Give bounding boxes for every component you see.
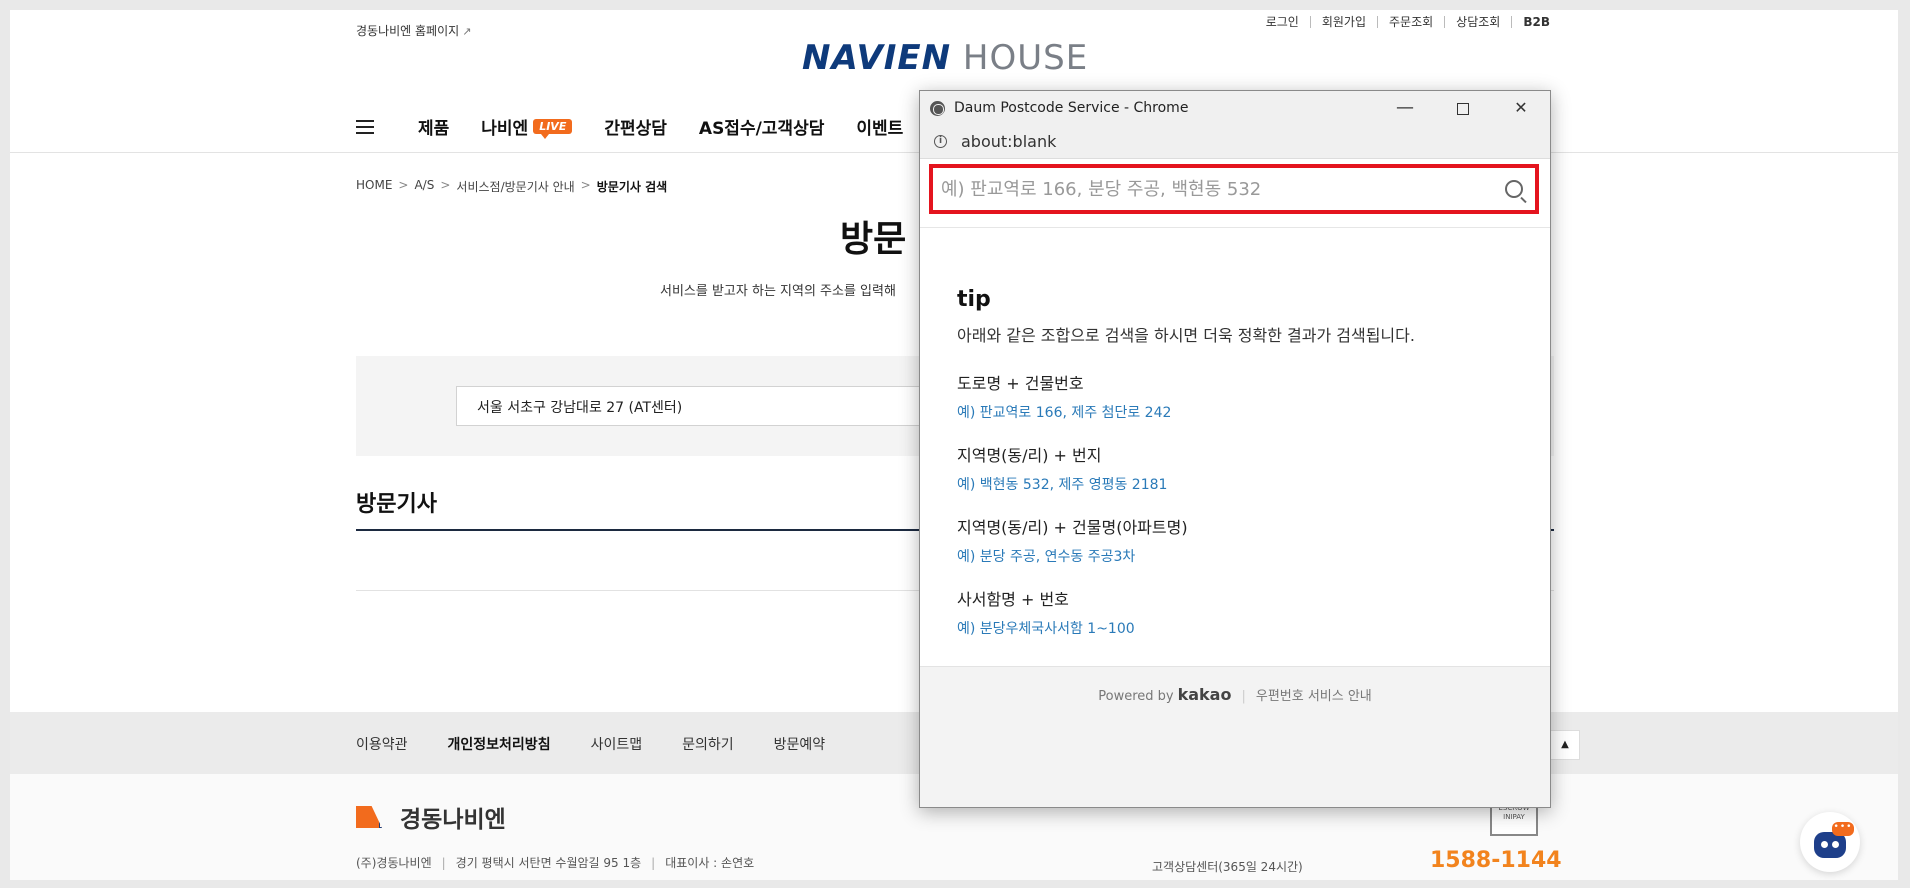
maximize-icon <box>1457 102 1469 115</box>
popup-window-title: Daum Postcode Service - Chrome <box>954 100 1189 116</box>
footer-link-terms[interactable]: 이용약관 <box>356 734 408 754</box>
nav-item-as-service[interactable]: AS접수/고객상담 <box>699 114 824 139</box>
nav-item-products[interactable]: 제품 <box>418 114 449 139</box>
popup-divider <box>920 227 1550 228</box>
breadcrumb-service-guide[interactable]: 서비스점/방문기사 안내 <box>456 178 574 195</box>
globe-icon <box>930 100 945 116</box>
footer-logo: 경동나비엔 <box>356 800 506 834</box>
breadcrumb: HOME > A/S > 서비스점/방문기사 안내 > 방문기사 검색 <box>356 178 667 195</box>
kd-logo-icon <box>356 806 382 828</box>
section-title: 방문기사 <box>356 492 437 517</box>
hamburger-menu-icon[interactable] <box>356 119 374 134</box>
footer-link-inquiry[interactable]: 문의하기 <box>682 734 734 754</box>
tip-row-title: 사서함명 + 번호 <box>957 590 1069 609</box>
company-address: 경기 평택시 서탄면 수월암길 95 1층 <box>455 856 642 870</box>
tip-lead: 아래와 같은 조합으로 검색을 하시면 더욱 정확한 결과가 검색됩니다. <box>957 326 1415 345</box>
window-controls: — ✕ <box>1376 91 1550 125</box>
popup-url: about:blank <box>961 132 1057 151</box>
info-icon[interactable]: i <box>934 135 947 148</box>
tip-title: tip <box>957 287 991 312</box>
nav-item-navien[interactable]: 나비엔 LIVE <box>481 114 573 139</box>
company-name: (주)경동나비엔 <box>356 856 432 870</box>
tip-row-title: 지역명(동/리) + 건물명(아파트명) <box>957 518 1188 537</box>
maximize-button[interactable] <box>1434 91 1492 125</box>
chat-bubble-icon: ••• <box>1832 822 1854 836</box>
minimize-button[interactable]: — <box>1376 91 1434 125</box>
consult-lookup-link[interactable]: 상담조회 <box>1444 16 1511 28</box>
chatbot-button[interactable]: ••• <box>1800 812 1860 872</box>
popup-titlebar[interactable]: Daum Postcode Service - Chrome — ✕ <box>920 91 1550 125</box>
homepage-link[interactable]: 경동나비엔 홈페이지 ↗ <box>356 22 471 39</box>
popup-address-bar: i about:blank <box>920 125 1550 159</box>
powered-by-label: Powered by <box>1098 689 1174 704</box>
tip-row-title: 지역명(동/리) + 번지 <box>957 446 1102 465</box>
breadcrumb-as[interactable]: A/S <box>414 178 434 195</box>
service-guide-link[interactable]: 우편번호 서비스 안내 <box>1256 689 1372 704</box>
kakao-logo[interactable]: kakao <box>1178 685 1232 704</box>
address-input[interactable]: 서울 서초구 강남대로 27 (AT센터) <box>456 386 956 426</box>
page-title: 방문 <box>840 219 907 260</box>
popup-footer: Powered by kakao | 우편번호 서비스 안내 <box>920 666 1550 807</box>
breadcrumb-separator: > <box>580 178 591 192</box>
footer-link-sitemap[interactable]: 사이트맵 <box>591 734 643 754</box>
tip-row-example: 예) 분당우체국사서함 1~100 <box>957 621 1135 637</box>
close-button[interactable]: ✕ <box>1492 91 1550 125</box>
browser-viewport: 경동나비엔 홈페이지 ↗ 로그인 회원가입 주문조회 상담조회 B2B NAVIE… <box>10 10 1898 880</box>
company-ceo: 대표이사 : 손연호 <box>665 856 755 870</box>
breadcrumb-separator: > <box>440 178 451 192</box>
main-nav: 제품 나비엔 LIVE 간편상담 AS접수/고객상담 이벤트 <box>356 114 935 139</box>
nav-item-event[interactable]: 이벤트 <box>856 114 903 139</box>
company-info: (주)경동나비엔 | 경기 평택시 서탄면 수월암길 95 1층 | 대표이사 : 손연… <box>356 856 755 870</box>
order-lookup-link[interactable]: 주문조회 <box>1377 16 1444 28</box>
tip-row-example: 예) 판교역로 166, 제주 첨단로 242 <box>957 405 1172 421</box>
cs-center-label: 고객상담센터(365일 24시간) <box>1152 860 1303 874</box>
nav-item-navien-label: 나비엔 <box>481 119 529 139</box>
external-link-icon: ↗ <box>462 25 472 38</box>
utility-nav: 로그인 회원가입 주문조회 상담조회 B2B <box>1255 16 1550 28</box>
page-description: 서비스를 받고자 하는 지역의 주소를 입력해 <box>660 284 896 299</box>
nav-item-quick-consult[interactable]: 간편상담 <box>604 114 667 139</box>
breadcrumb-separator: > <box>398 178 409 192</box>
tip-row-title: 도로명 + 건물번호 <box>957 374 1084 393</box>
tip-row-example: 예) 분당 주공, 연수동 주공3차 <box>957 549 1136 565</box>
footer-logo-text: 경동나비엔 <box>400 807 506 833</box>
logo-house: HOUSE <box>962 38 1089 78</box>
login-link[interactable]: 로그인 <box>1255 16 1310 28</box>
cs-phone-number: 1588-1144 <box>1430 848 1562 873</box>
logo-brand: NAVIEN <box>802 38 952 78</box>
breadcrumb-home[interactable]: HOME <box>356 178 392 195</box>
live-badge: LIVE <box>533 119 573 139</box>
footer-link-visit-booking[interactable]: 방문예약 <box>774 734 826 754</box>
inipay-label: INIPAY <box>1503 813 1525 821</box>
scroll-top-button[interactable]: ▲ <box>1550 730 1580 760</box>
search-highlight-box <box>929 164 1539 214</box>
search-tips: tip 아래와 같은 조합으로 검색을 하시면 더욱 정확한 결과가 검색됩니다… <box>957 287 1527 658</box>
navien-house-logo[interactable]: NAVIEN HOUSE <box>802 38 1088 78</box>
footer-link-privacy[interactable]: 개인정보처리방침 <box>448 734 551 754</box>
powered-by: Powered by kakao | 우편번호 서비스 안내 <box>1098 685 1372 704</box>
homepage-link-label: 경동나비엔 홈페이지 <box>356 24 460 38</box>
signup-link[interactable]: 회원가입 <box>1309 16 1377 28</box>
breadcrumb-current: 방문기사 검색 <box>596 180 668 194</box>
postcode-popup-window: Daum Postcode Service - Chrome — ✕ i abo… <box>919 90 1551 808</box>
tip-row-example: 예) 백현동 532, 제주 영평동 2181 <box>957 477 1168 493</box>
b2b-link[interactable]: B2B <box>1511 16 1550 28</box>
